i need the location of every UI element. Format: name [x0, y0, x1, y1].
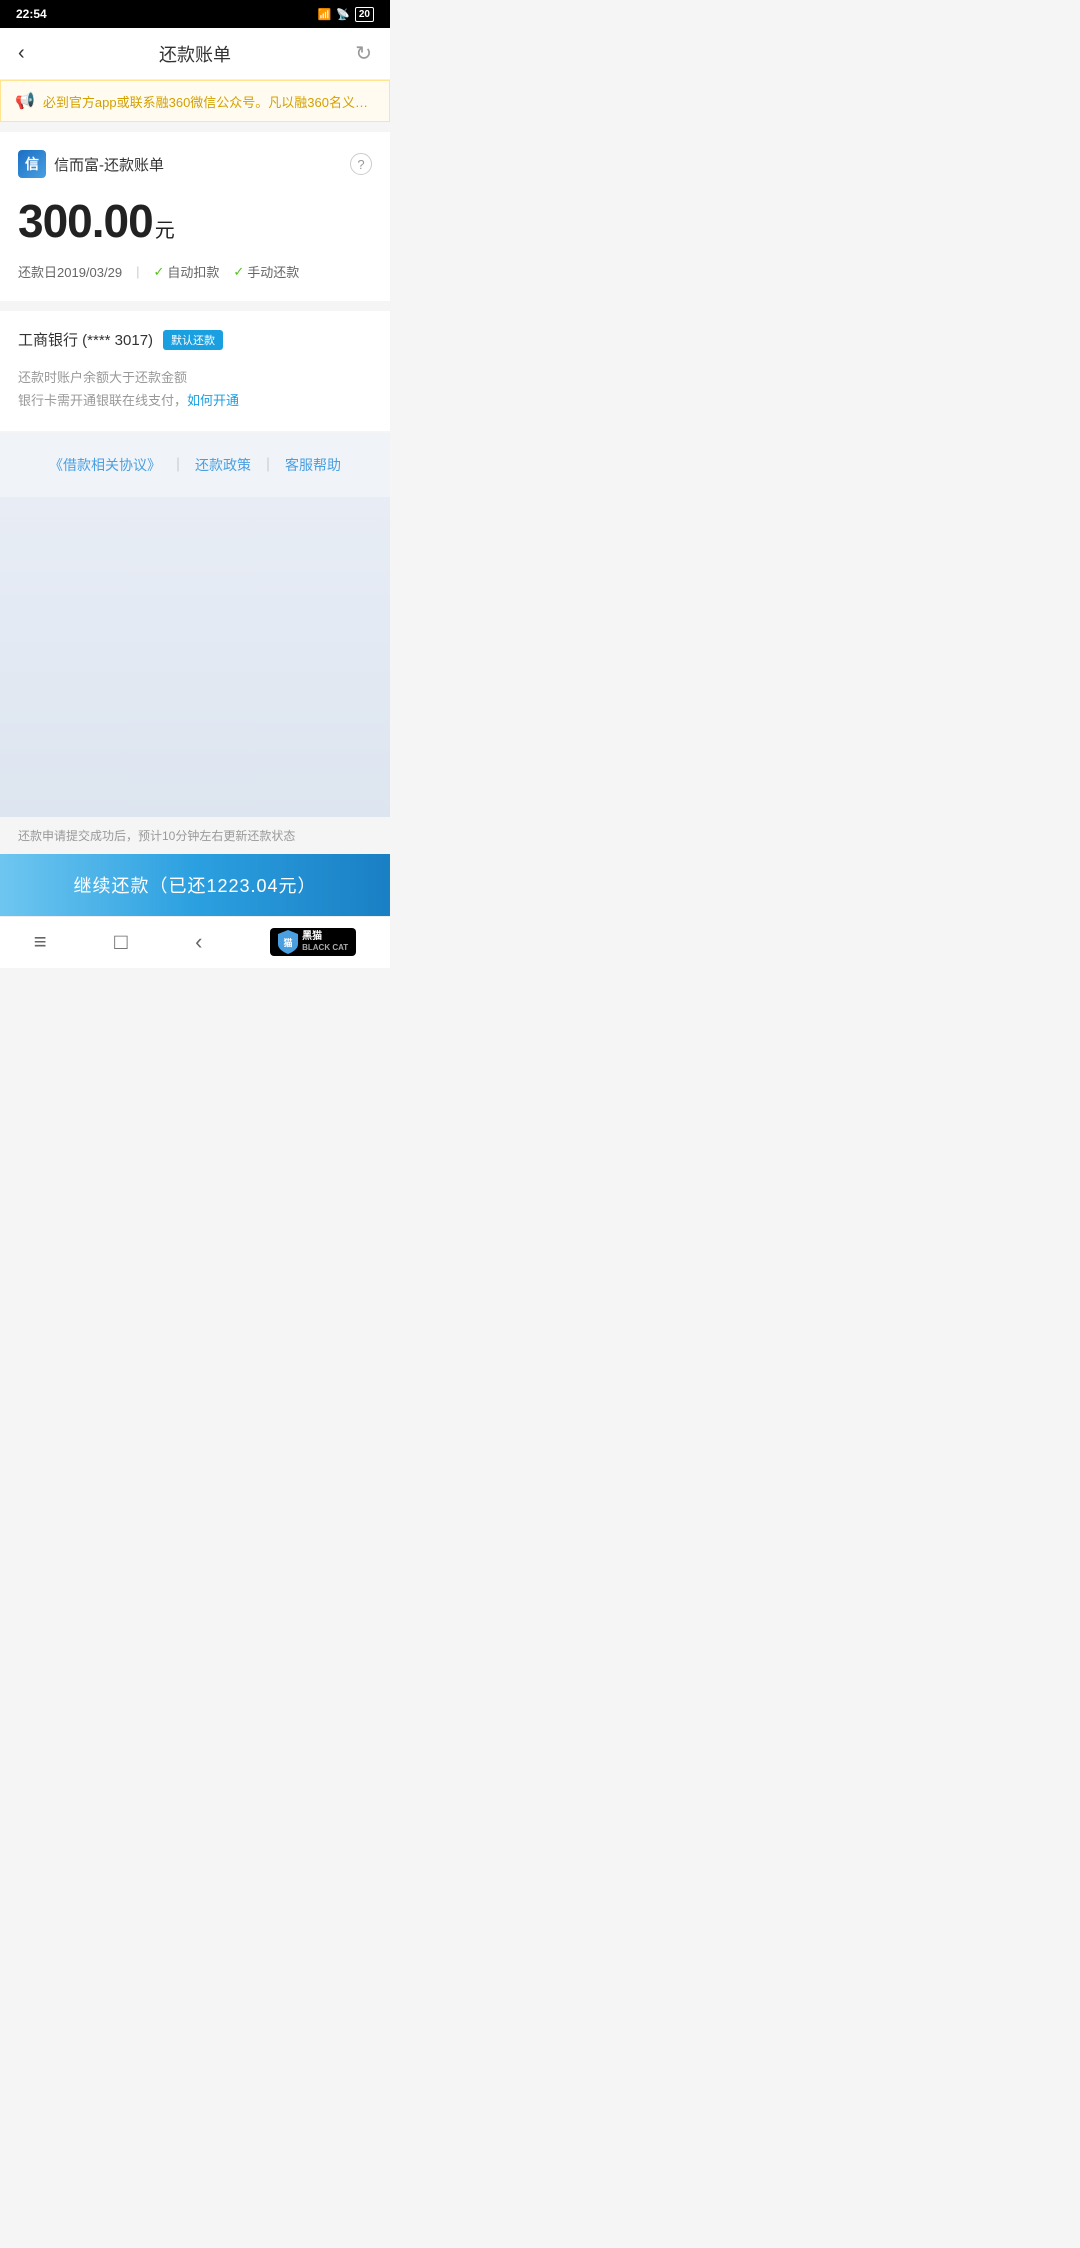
svg-text:猫: 猫: [284, 937, 293, 948]
service-logo: 信: [18, 150, 46, 178]
bank-row: 工商银行 (**** 3017) 默认还款: [18, 329, 372, 350]
links-section: 《借款相关协议》 ｜ 还款政策 ｜ 客服帮助: [0, 433, 390, 497]
bank-note-2-text: 银行卡需开通银联在线支付，: [18, 393, 187, 408]
link-sep-1: ｜: [171, 455, 185, 475]
continue-repay-button[interactable]: 继续还款（已还1223.04元）: [0, 854, 390, 916]
amount-unit: 元: [155, 220, 175, 242]
blackcat-shield-icon: 猫: [278, 930, 298, 954]
bottom-notice: 还款申请提交成功后，预计10分钟左右更新还款状态: [0, 817, 390, 854]
bank-section: 工商银行 (**** 3017) 默认还款 还款时账户余额大于还款金额 银行卡需…: [0, 311, 390, 431]
amount-value: 300.00: [18, 195, 153, 247]
check-icon-1: ✓: [153, 264, 164, 280]
help-button[interactable]: ?: [350, 153, 372, 175]
back-button[interactable]: ‹: [18, 42, 50, 65]
status-bar: 22:54 📶 📡 20: [0, 0, 390, 28]
auto-deduct-item: ✓ 自动扣款: [153, 262, 219, 281]
due-date: 还款日2019/03/29: [18, 262, 122, 281]
blackcat-watermark: 猫 黑猫 BLACK CAT: [270, 928, 356, 956]
header: ‹ 还款账单 ↻: [0, 28, 390, 80]
card-section: 信 信而富-还款账单 ? 300.00元 还款日2019/03/29 | ✓ 自…: [0, 132, 390, 301]
manual-pay-item: ✓ 手动还款: [233, 262, 299, 281]
manual-pay-label: 手动还款: [247, 262, 299, 281]
banner-icon: 📢: [15, 91, 35, 111]
repayment-policy-link[interactable]: 还款政策: [195, 455, 251, 475]
blackcat-line2: BLACK CAT: [302, 943, 348, 953]
empty-area: [0, 497, 390, 817]
notice-banner: 📢 必到官方app或联系融360微信公众号。凡以融360名义催收的…: [0, 80, 390, 122]
status-time: 22:54: [16, 7, 47, 21]
blackcat-text: 黑猫 BLACK CAT: [302, 931, 348, 953]
signal-icon: 📶: [317, 8, 331, 21]
how-to-activate-link[interactable]: 如何开通: [187, 393, 239, 408]
check-icon-2: ✓: [233, 264, 244, 280]
bank-notes: 还款时账户余额大于还款金额 银行卡需开通银联在线支付，如何开通: [18, 366, 372, 413]
service-title-row: 信 信而富-还款账单 ?: [18, 150, 372, 178]
bottom-nav: ≡ □ ‹ 猫 黑猫 BLACK CAT: [0, 916, 390, 968]
page-title: 还款账单: [159, 41, 231, 67]
bottom-notice-text: 还款申请提交成功后，预计10分钟左右更新还款状态: [18, 829, 295, 843]
banner-text: 必到官方app或联系融360微信公众号。凡以融360名义催收的…: [43, 92, 375, 111]
service-title-left: 信 信而富-还款账单: [18, 150, 164, 178]
blackcat-line1: 黑猫: [302, 931, 348, 943]
customer-service-link[interactable]: 客服帮助: [285, 455, 341, 475]
refresh-button[interactable]: ↻: [340, 41, 372, 66]
battery-icon: 20: [355, 7, 374, 22]
amount-row: 300.00元: [18, 194, 372, 248]
bank-note-1: 还款时账户余额大于还款金额: [18, 366, 372, 389]
wifi-icon: 📡: [336, 8, 350, 21]
info-row: 还款日2019/03/29 | ✓ 自动扣款 ✓ 手动还款: [18, 262, 372, 281]
bank-note-2: 银行卡需开通银联在线支付，如何开通: [18, 389, 372, 412]
link-sep-2: ｜: [261, 455, 275, 475]
auto-deduct-label: 自动扣款: [167, 262, 219, 281]
loan-agreement-link[interactable]: 《借款相关协议》: [49, 455, 161, 475]
home-nav-button[interactable]: □: [114, 929, 127, 955]
default-badge: 默认还款: [163, 330, 223, 350]
menu-nav-button[interactable]: ≡: [34, 929, 47, 955]
service-name: 信而富-还款账单: [54, 154, 164, 175]
bank-name: 工商银行 (**** 3017): [18, 329, 153, 350]
links-row: 《借款相关协议》 ｜ 还款政策 ｜ 客服帮助: [18, 455, 372, 475]
back-nav-button[interactable]: ‹: [195, 929, 202, 955]
divider1: |: [136, 264, 139, 279]
status-icons: 📶 📡 20: [317, 7, 374, 22]
